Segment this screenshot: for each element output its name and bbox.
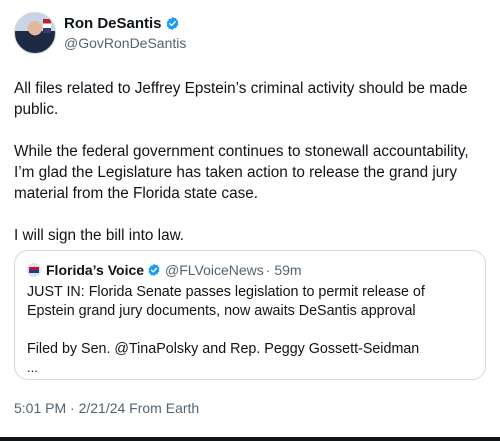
- tweet-paragraph: I will sign the bill into law.: [14, 227, 185, 244]
- tweet-card: Ron DeSantis @GovRonDeSantis All files r…: [0, 0, 500, 441]
- quoted-author-avatar: [27, 262, 41, 277]
- quoted-author-display-name: Florida’s Voice: [46, 261, 145, 278]
- quoted-tweet-time: · 59m: [265, 261, 302, 278]
- bottom-divider: [0, 437, 500, 441]
- author-handle[interactable]: @GovRonDeSantis: [64, 34, 186, 53]
- tweet-paragraph: While the federal government continues t…: [14, 143, 469, 202]
- quoted-author-handle: @FLVoiceNews: [165, 261, 264, 278]
- quoted-tweet-body: JUST IN: Florida Senate passes legislati…: [27, 283, 473, 374]
- quoted-tweet-header: Florida’s Voice @FLVoiceNews · 59m: [27, 260, 473, 279]
- author-display-name[interactable]: Ron DeSantis: [64, 14, 162, 33]
- tweet-timestamp[interactable]: 5:01 PM · 2/21/24 From Earth: [14, 399, 199, 417]
- quoted-tweet-truncation: ...: [27, 360, 38, 375]
- author-name-row: Ron DeSantis: [64, 14, 186, 33]
- tweet-header: Ron DeSantis @GovRonDeSantis: [14, 11, 186, 55]
- verified-badge-icon: [148, 263, 160, 276]
- quoted-tweet-paragraph: Filed by Sen. @TinaPolsky and Rep. Peggy…: [27, 341, 420, 357]
- tweet-paragraph: All files related to Jeffrey Epstein’s c…: [14, 80, 468, 118]
- verified-badge-icon: [166, 16, 178, 30]
- quoted-tweet[interactable]: Florida’s Voice @FLVoiceNews · 59m JUST …: [14, 250, 486, 380]
- author-avatar[interactable]: [14, 12, 56, 54]
- author-names: Ron DeSantis @GovRonDeSantis: [64, 14, 186, 53]
- tweet-body: All files related to Jeffrey Epstein’s c…: [14, 78, 486, 267]
- quoted-tweet-paragraph: JUST IN: Florida Senate passes legislati…: [27, 284, 425, 319]
